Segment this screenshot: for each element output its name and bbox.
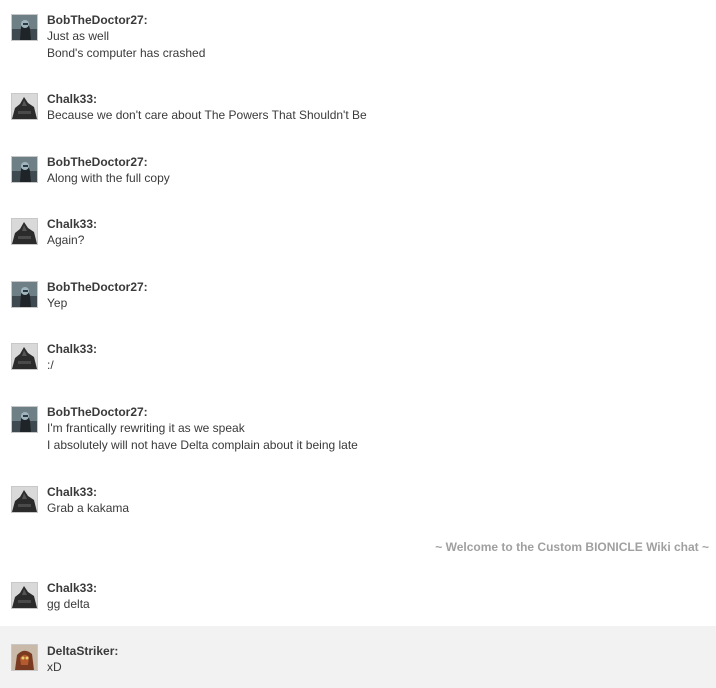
- username[interactable]: Chalk33:: [47, 580, 716, 596]
- user-avatar[interactable]: [11, 14, 38, 41]
- username[interactable]: Chalk33:: [47, 484, 716, 500]
- user-avatar[interactable]: [11, 582, 38, 609]
- user-avatar[interactable]: [11, 93, 38, 120]
- message-text: gg delta: [47, 597, 90, 611]
- chat-message: BobTheDoctor27: Just as well Bond's comp…: [0, 12, 716, 62]
- chat-message-self: DeltaStriker: xD: [0, 626, 716, 688]
- username[interactable]: BobTheDoctor27:: [47, 154, 716, 170]
- chat-message: BobTheDoctor27: Yep: [0, 279, 716, 313]
- chat-message: Chalk33: :/: [0, 341, 716, 375]
- chat-message: BobTheDoctor27: I'm frantically rewritin…: [0, 404, 716, 454]
- username[interactable]: BobTheDoctor27:: [47, 279, 716, 295]
- chat-message: Chalk33: Grab a kakama: [0, 484, 716, 518]
- username[interactable]: Chalk33:: [47, 216, 716, 232]
- chat-message: Chalk33: gg delta: [0, 580, 716, 614]
- message-text: I'm frantically rewriting it as we speak: [47, 421, 245, 435]
- message-text: Yep: [47, 296, 68, 310]
- message-text: Just as well: [47, 29, 110, 43]
- user-avatar[interactable]: [11, 218, 38, 245]
- user-avatar[interactable]: [11, 343, 38, 370]
- username[interactable]: DeltaStriker:: [47, 643, 716, 659]
- message-text: Grab a kakama: [47, 501, 130, 515]
- inline-alert: ~ Welcome to the Custom BIONICLE Wiki ch…: [435, 540, 709, 554]
- message-text: Again?: [47, 233, 85, 247]
- message-text: Bond's computer has crashed: [47, 45, 206, 60]
- chat-message: Chalk33: Because we don't care about The…: [0, 91, 716, 125]
- username[interactable]: Chalk33:: [47, 341, 716, 357]
- username[interactable]: Chalk33:: [47, 91, 716, 107]
- chat-message: BobTheDoctor27: Along with the full copy: [0, 154, 716, 188]
- chat-log: BobTheDoctor27: Just as well Bond's comp…: [0, 0, 716, 688]
- message-text: :/: [47, 358, 54, 372]
- chat-message: Chalk33: Again?: [0, 216, 716, 250]
- user-avatar[interactable]: [11, 281, 38, 308]
- user-avatar[interactable]: [11, 486, 38, 513]
- user-avatar[interactable]: [11, 406, 38, 433]
- message-text: Along with the full copy: [47, 171, 170, 185]
- message-text: xD: [47, 660, 62, 674]
- username[interactable]: BobTheDoctor27:: [47, 404, 716, 420]
- username[interactable]: BobTheDoctor27:: [47, 12, 716, 28]
- user-avatar[interactable]: [11, 644, 38, 671]
- user-avatar[interactable]: [11, 156, 38, 183]
- message-text: I absolutely will not have Delta complai…: [47, 437, 358, 452]
- message-text: Because we don't care about The Powers T…: [47, 108, 367, 122]
